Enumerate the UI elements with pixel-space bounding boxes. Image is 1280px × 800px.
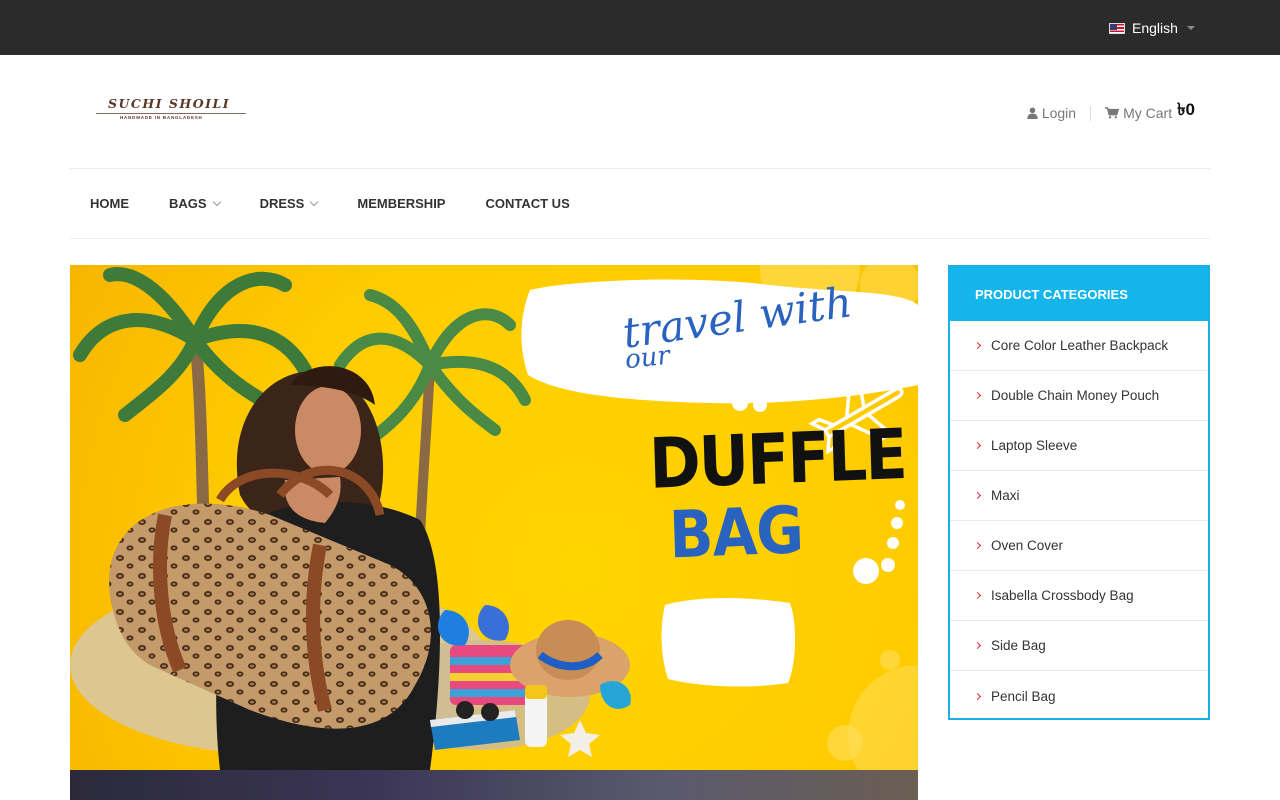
nav-item-label: MEMBERSHIP: [357, 196, 446, 211]
category-link[interactable]: Maxi: [950, 471, 1208, 521]
banner-headline-bag: BAG: [668, 491, 804, 574]
secondary-banner[interactable]: [70, 770, 918, 800]
site-logo[interactable]: SUCHI SHOILI HANDMADE IN BANGLADESH: [96, 94, 248, 126]
category-label: Maxi: [991, 488, 1020, 503]
nav-item-contact-us[interactable]: CONTACT US: [485, 196, 569, 211]
category-label: Laptop Sleeve: [991, 438, 1078, 453]
nav-item-label: BAGS: [169, 196, 207, 211]
category-label: Oven Cover: [991, 538, 1064, 553]
nav-item-dress[interactable]: DRESS: [259, 196, 319, 211]
chevron-right-icon: [973, 491, 982, 500]
caret-down-icon: [1186, 26, 1195, 30]
nav-item-label: HOME: [90, 196, 129, 211]
main-nav: HOME BAGS DRESS MEMBERSHIP CONTACT US: [70, 169, 1210, 238]
chevron-down-icon: [310, 197, 319, 206]
nav-item-label: DRESS: [259, 196, 305, 211]
nav-item-bags[interactable]: BAGS: [169, 196, 221, 211]
beach-items-illustration: [430, 605, 631, 757]
category-link[interactable]: Side Bag: [950, 621, 1208, 671]
us-flag-icon: [1109, 22, 1125, 34]
category-link[interactable]: Pencil Bag: [950, 671, 1208, 721]
login-label: Login: [1041, 105, 1077, 121]
category-link[interactable]: Laptop Sleeve: [950, 421, 1208, 471]
cart-icon: [1105, 107, 1120, 119]
nav-item-membership[interactable]: MEMBERSHIP: [357, 196, 445, 211]
cart-amount: ৳0: [1177, 100, 1195, 119]
chevron-down-icon: [212, 197, 221, 206]
login-link[interactable]: Login: [1027, 105, 1076, 121]
chevron-right-icon: [973, 391, 982, 400]
nav-item-home[interactable]: HOME: [90, 196, 129, 211]
header-divider: [1090, 105, 1092, 121]
chevron-right-icon: [973, 591, 982, 600]
category-link[interactable]: Double Chain Money Pouch: [950, 371, 1208, 421]
logo-title: SUCHI SHOILI: [108, 96, 231, 111]
chevron-right-icon: [973, 641, 982, 650]
cart-label: My Cart: [1123, 105, 1173, 121]
category-label: Double Chain Money Pouch: [991, 388, 1160, 403]
category-label: Core Color Leather Backpack: [991, 338, 1169, 353]
chevron-right-icon: [973, 441, 982, 450]
top-bar: English: [0, 0, 1280, 55]
category-label: Side Bag: [991, 638, 1046, 653]
banner-script-line2: our: [623, 340, 672, 376]
language-label: English: [1132, 20, 1178, 36]
logo-underline: [96, 113, 246, 114]
category-label: Pencil Bag: [991, 688, 1056, 704]
category-link[interactable]: Isabella Crossbody Bag: [950, 571, 1208, 621]
chevron-right-icon: [973, 541, 982, 550]
header-actions: Login My Cart ৳0: [1027, 100, 1195, 123]
my-cart-link[interactable]: My Cart ৳0: [1105, 99, 1195, 127]
chevron-right-icon: [973, 341, 982, 350]
language-selector[interactable]: English: [1109, 18, 1195, 38]
banner-headline-duffle: DUFFLE: [648, 412, 907, 505]
widget-title: PRODUCT CATEGORIES: [950, 267, 1208, 321]
chevron-right-icon: [973, 692, 982, 700]
logo-tagline: HANDMADE IN BANGLADESH: [120, 115, 203, 120]
nav-item-label: CONTACT US: [485, 196, 570, 211]
category-link[interactable]: Oven Cover: [950, 521, 1208, 571]
product-categories-widget: PRODUCT CATEGORIES Core Color Leather Ba…: [948, 265, 1210, 720]
category-label: Isabella Crossbody Bag: [991, 588, 1134, 603]
nav-divider-bottom: [70, 238, 1210, 239]
hero-banner[interactable]: travel with our DUFFLE BAG: [70, 265, 918, 770]
category-link[interactable]: Core Color Leather Backpack: [950, 321, 1208, 371]
user-icon: [1027, 107, 1038, 119]
